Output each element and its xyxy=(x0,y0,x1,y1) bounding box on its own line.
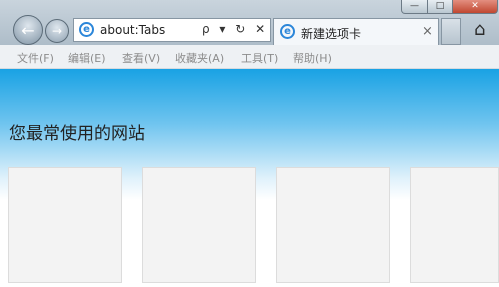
forward-button[interactable]: → xyxy=(45,19,69,43)
close-button[interactable]: ✕ xyxy=(452,0,498,14)
address-tools[interactable]: ρ ▾ ↻ ✕ xyxy=(202,22,268,36)
address-url[interactable]: about:Tabs xyxy=(100,23,165,37)
forward-icon: → xyxy=(51,24,63,38)
menu-favorites[interactable]: 收藏夹(A) xyxy=(175,50,224,66)
menu-file[interactable]: 文件(F) xyxy=(17,50,54,66)
menu-help[interactable]: 帮助(H) xyxy=(293,50,332,66)
menu-bar: 文件(F) 编辑(E) 查看(V) 收藏夹(A) 工具(T) 帮助(H) xyxy=(0,45,499,69)
back-button[interactable]: ← xyxy=(13,15,43,45)
new-tab-button[interactable] xyxy=(441,18,461,45)
tab-new-tab[interactable]: e 新建选项卡 × xyxy=(273,18,439,45)
ie-icon: e xyxy=(280,24,295,39)
tab-title: 新建选项卡 xyxy=(301,27,362,41)
menu-view[interactable]: 查看(V) xyxy=(122,50,160,66)
maximize-button[interactable]: □ xyxy=(427,0,453,14)
ie-icon: e xyxy=(79,22,94,37)
back-icon: ← xyxy=(21,20,35,40)
site-tile[interactable] xyxy=(410,167,499,283)
tab-close-icon[interactable]: × xyxy=(422,24,433,39)
site-tile[interactable] xyxy=(8,167,122,283)
browser-window: — □ ✕ ← → e about:Tabs ρ ▾ ↻ ✕ e 新建选项卡 ×… xyxy=(0,0,499,287)
home-icon[interactable]: ⌂ xyxy=(474,19,485,40)
menu-edit[interactable]: 编辑(E) xyxy=(68,50,106,66)
minimize-button[interactable]: — xyxy=(401,0,428,14)
site-tile[interactable] xyxy=(276,167,390,283)
page-title: 您最常使用的网站 xyxy=(9,124,145,144)
new-tab-page: 您最常使用的网站 xyxy=(0,69,499,287)
address-bar[interactable]: e about:Tabs ρ ▾ ↻ ✕ xyxy=(73,18,271,42)
site-tile[interactable] xyxy=(142,167,256,283)
menu-tools[interactable]: 工具(T) xyxy=(241,50,278,66)
title-bar: — □ ✕ ← → e about:Tabs ρ ▾ ↻ ✕ e 新建选项卡 ×… xyxy=(0,0,499,45)
